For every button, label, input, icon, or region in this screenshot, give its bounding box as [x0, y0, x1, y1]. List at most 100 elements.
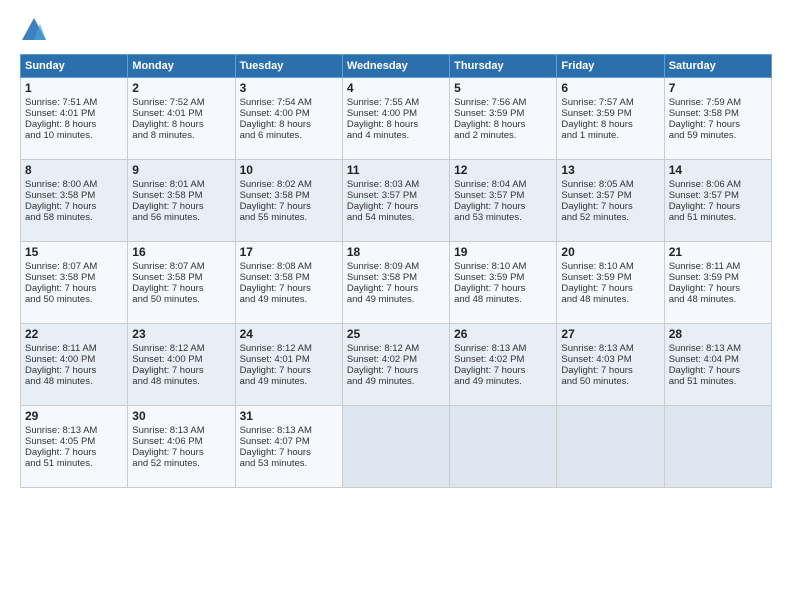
cell-line: and 50 minutes. — [561, 376, 659, 387]
cell-line: Sunset: 4:00 PM — [347, 108, 445, 119]
day-number: 11 — [347, 163, 445, 177]
calendar-cell: 25Sunrise: 8:12 AMSunset: 4:02 PMDayligh… — [342, 324, 449, 406]
calendar-cell: 24Sunrise: 8:12 AMSunset: 4:01 PMDayligh… — [235, 324, 342, 406]
cell-line: Sunset: 3:58 PM — [25, 272, 123, 283]
cell-line: Sunset: 4:05 PM — [25, 436, 123, 447]
calendar-cell: 16Sunrise: 8:07 AMSunset: 3:58 PMDayligh… — [128, 242, 235, 324]
cell-line: Sunrise: 8:06 AM — [669, 179, 767, 190]
calendar-cell: 5Sunrise: 7:56 AMSunset: 3:59 PMDaylight… — [450, 78, 557, 160]
day-number: 24 — [240, 327, 338, 341]
calendar-cell: 21Sunrise: 8:11 AMSunset: 3:59 PMDayligh… — [664, 242, 771, 324]
day-number: 14 — [669, 163, 767, 177]
day-number: 25 — [347, 327, 445, 341]
cell-line: and 49 minutes. — [347, 376, 445, 387]
day-number: 10 — [240, 163, 338, 177]
cell-line: and 49 minutes. — [240, 294, 338, 305]
cell-line: Daylight: 8 hours — [25, 119, 123, 130]
cell-line: Daylight: 7 hours — [669, 119, 767, 130]
day-number: 18 — [347, 245, 445, 259]
day-number: 15 — [25, 245, 123, 259]
calendar-cell: 12Sunrise: 8:04 AMSunset: 3:57 PMDayligh… — [450, 160, 557, 242]
cell-line: Daylight: 7 hours — [132, 201, 230, 212]
calendar-body: 1Sunrise: 7:51 AMSunset: 4:01 PMDaylight… — [21, 78, 772, 488]
cell-line: Sunrise: 8:01 AM — [132, 179, 230, 190]
cell-line: Sunrise: 8:04 AM — [454, 179, 552, 190]
cell-line: Sunrise: 8:05 AM — [561, 179, 659, 190]
cell-line: and 51 minutes. — [669, 212, 767, 223]
cell-line: Sunset: 4:06 PM — [132, 436, 230, 447]
calendar-cell: 26Sunrise: 8:13 AMSunset: 4:02 PMDayligh… — [450, 324, 557, 406]
cell-line: and 2 minutes. — [454, 130, 552, 141]
day-number: 9 — [132, 163, 230, 177]
cell-line: Daylight: 8 hours — [132, 119, 230, 130]
cell-line: and 51 minutes. — [669, 376, 767, 387]
cell-line: and 48 minutes. — [561, 294, 659, 305]
cell-line: Sunrise: 8:07 AM — [132, 261, 230, 272]
calendar-cell — [342, 406, 449, 488]
calendar-cell: 2Sunrise: 7:52 AMSunset: 4:01 PMDaylight… — [128, 78, 235, 160]
cell-line: Daylight: 7 hours — [132, 283, 230, 294]
cell-line: Sunset: 3:59 PM — [561, 108, 659, 119]
cell-line: Sunrise: 7:54 AM — [240, 97, 338, 108]
cell-line: Daylight: 7 hours — [240, 365, 338, 376]
cell-line: Daylight: 7 hours — [454, 283, 552, 294]
header — [20, 16, 772, 44]
cell-line: Daylight: 8 hours — [454, 119, 552, 130]
calendar-week-5: 29Sunrise: 8:13 AMSunset: 4:05 PMDayligh… — [21, 406, 772, 488]
cell-line: Sunset: 3:58 PM — [240, 272, 338, 283]
cell-line: Sunset: 3:57 PM — [669, 190, 767, 201]
cell-line: Sunset: 3:58 PM — [132, 190, 230, 201]
day-number: 19 — [454, 245, 552, 259]
weekday-header-thursday: Thursday — [450, 55, 557, 78]
cell-line: and 4 minutes. — [347, 130, 445, 141]
cell-line: Daylight: 7 hours — [561, 201, 659, 212]
day-number: 13 — [561, 163, 659, 177]
cell-line: Daylight: 7 hours — [25, 201, 123, 212]
calendar-cell: 8Sunrise: 8:00 AMSunset: 3:58 PMDaylight… — [21, 160, 128, 242]
calendar-cell — [664, 406, 771, 488]
cell-line: Sunset: 3:59 PM — [669, 272, 767, 283]
day-number: 5 — [454, 81, 552, 95]
day-number: 23 — [132, 327, 230, 341]
calendar-cell: 6Sunrise: 7:57 AMSunset: 3:59 PMDaylight… — [557, 78, 664, 160]
calendar-cell — [450, 406, 557, 488]
cell-line: Sunrise: 8:02 AM — [240, 179, 338, 190]
calendar-cell: 18Sunrise: 8:09 AMSunset: 3:58 PMDayligh… — [342, 242, 449, 324]
cell-line: Sunset: 3:57 PM — [561, 190, 659, 201]
page: SundayMondayTuesdayWednesdayThursdayFrid… — [0, 0, 792, 612]
logo — [20, 16, 52, 44]
cell-line: Daylight: 7 hours — [240, 283, 338, 294]
calendar-week-4: 22Sunrise: 8:11 AMSunset: 4:00 PMDayligh… — [21, 324, 772, 406]
day-number: 4 — [347, 81, 445, 95]
cell-line: and 48 minutes. — [132, 376, 230, 387]
cell-line: Sunset: 3:57 PM — [454, 190, 552, 201]
cell-line: and 48 minutes. — [669, 294, 767, 305]
cell-line: Daylight: 7 hours — [561, 283, 659, 294]
cell-line: Sunset: 3:58 PM — [240, 190, 338, 201]
cell-line: Sunset: 4:03 PM — [561, 354, 659, 365]
day-number: 3 — [240, 81, 338, 95]
calendar-week-3: 15Sunrise: 8:07 AMSunset: 3:58 PMDayligh… — [21, 242, 772, 324]
day-number: 30 — [132, 409, 230, 423]
cell-line: Daylight: 7 hours — [454, 201, 552, 212]
calendar-cell: 31Sunrise: 8:13 AMSunset: 4:07 PMDayligh… — [235, 406, 342, 488]
cell-line: Sunrise: 8:08 AM — [240, 261, 338, 272]
cell-line: Sunrise: 8:12 AM — [240, 343, 338, 354]
cell-line: Sunrise: 8:12 AM — [347, 343, 445, 354]
cell-line: Sunrise: 8:07 AM — [25, 261, 123, 272]
cell-line: Sunrise: 8:13 AM — [454, 343, 552, 354]
cell-line: and 59 minutes. — [669, 130, 767, 141]
calendar-cell — [557, 406, 664, 488]
cell-line: Sunrise: 8:09 AM — [347, 261, 445, 272]
weekday-header-friday: Friday — [557, 55, 664, 78]
day-number: 28 — [669, 327, 767, 341]
cell-line: and 56 minutes. — [132, 212, 230, 223]
cell-line: and 51 minutes. — [25, 458, 123, 469]
calendar-cell: 20Sunrise: 8:10 AMSunset: 3:59 PMDayligh… — [557, 242, 664, 324]
cell-line: Sunrise: 8:13 AM — [25, 425, 123, 436]
day-number: 17 — [240, 245, 338, 259]
calendar-cell: 29Sunrise: 8:13 AMSunset: 4:05 PMDayligh… — [21, 406, 128, 488]
day-number: 16 — [132, 245, 230, 259]
cell-line: Daylight: 8 hours — [347, 119, 445, 130]
cell-line: Sunrise: 7:56 AM — [454, 97, 552, 108]
